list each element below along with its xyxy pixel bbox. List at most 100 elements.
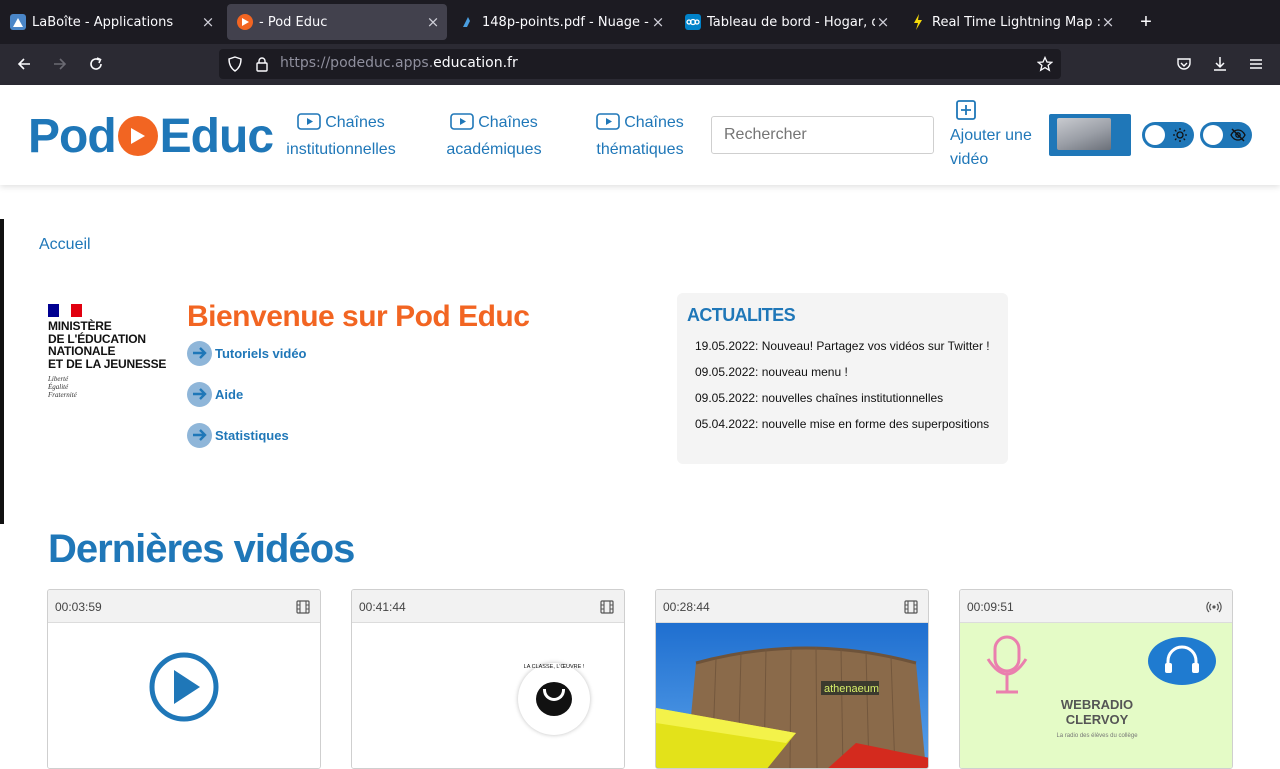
svg-text:CLERVOY: CLERVOY — [1066, 712, 1129, 727]
card-header: 00:28:44 — [656, 590, 928, 623]
news-title: ACTUALITES — [687, 305, 796, 325]
link-tutorials[interactable]: Tutoriels vidéo — [187, 340, 307, 366]
download-icon[interactable] — [1208, 52, 1232, 76]
video-duration: 00:28:44 — [663, 600, 710, 614]
svg-text:WEBRADIO: WEBRADIO — [1061, 697, 1133, 712]
shield-icon[interactable] — [227, 56, 243, 77]
tab-laboite[interactable]: LaBoîte - Applications × — [0, 4, 222, 40]
add-video-link[interactable]: Ajouter une vidéo — [950, 100, 1032, 172]
video-play-icon — [450, 113, 475, 138]
film-icon — [296, 600, 310, 619]
pod-icon — [237, 14, 253, 30]
toggle-knob — [1203, 125, 1223, 145]
arrow-right-circle-icon — [187, 422, 212, 448]
tab-title: LaBoîte - Applications — [32, 14, 174, 30]
video-thumbnail[interactable]: WEBRADIO CLERVOY La radio des élèves du … — [960, 623, 1232, 768]
new-tab-button[interactable]: + — [1136, 10, 1156, 34]
nav-label: Chaînes — [478, 114, 538, 131]
video-card[interactable]: 00:28:44 athenaeum — [655, 589, 929, 769]
search-input[interactable] — [711, 116, 934, 154]
video-thumbnail[interactable] — [48, 623, 320, 768]
broadcast-icon — [1206, 600, 1222, 619]
site-header: Pod Educ Chaînes institutionnelles Chaîn… — [0, 85, 1280, 185]
video-card[interactable]: 00:03:59 — [47, 589, 321, 769]
add-video-label: Ajouter une — [950, 127, 1032, 144]
nav-label: thématiques — [596, 141, 684, 158]
url-text: https://podeduc.apps.education.fr — [280, 55, 518, 71]
tab-nuage[interactable]: 148p-points.pdf - Nuage - A × — [450, 4, 672, 40]
link-help[interactable]: Aide — [187, 381, 243, 407]
menu-icon[interactable] — [1244, 52, 1268, 76]
tab-lightning[interactable]: Real Time Lightning Map : × — [900, 4, 1122, 40]
nav-channels-institutional[interactable]: Chaînes institutionnelles — [282, 111, 400, 162]
laboite-icon — [10, 14, 26, 30]
nav-label: Chaînes — [624, 114, 684, 131]
lock-icon[interactable] — [255, 56, 269, 77]
link-label: Statistiques — [215, 427, 289, 443]
news-item[interactable]: 09.05.2022: nouveau menu ! — [695, 365, 848, 379]
lightning-icon — [910, 14, 926, 30]
close-tab-icon[interactable]: × — [650, 13, 666, 31]
forward-icon[interactable] — [48, 52, 72, 76]
video-play-icon — [297, 113, 322, 138]
back-icon[interactable] — [12, 52, 36, 76]
arrow-right-circle-icon — [187, 381, 212, 407]
tab-tableau-de-bord[interactable]: Tableau de bord - Hogar, d × — [675, 4, 897, 40]
tab-title: Real Time Lightning Map : — [932, 14, 1100, 30]
avatar — [1057, 118, 1111, 150]
nav-channels-academic[interactable]: Chaînes académiques — [440, 111, 548, 162]
bookmark-star-icon[interactable] — [1036, 55, 1054, 77]
nav-label: institutionnelles — [286, 141, 396, 158]
link-label: Aide — [215, 386, 244, 402]
close-tab-icon[interactable]: × — [1100, 13, 1116, 31]
pocket-icon[interactable] — [1172, 52, 1196, 76]
reload-icon[interactable] — [84, 52, 108, 76]
logo-text-left: Pod — [28, 109, 117, 163]
close-tab-icon[interactable]: × — [425, 13, 441, 31]
svg-text:La radio des élèves du collège: La radio des élèves du collège — [1056, 733, 1138, 739]
news-item[interactable]: 09.05.2022: nouvelles chaînes institutio… — [695, 391, 943, 405]
card-header: 00:03:59 — [48, 590, 320, 623]
webradio-thumbnail: WEBRADIO CLERVOY La radio des élèves du … — [986, 635, 1216, 739]
play-circle-icon — [149, 652, 219, 722]
welcome-title: Bienvenue sur Pod Educ — [187, 300, 530, 333]
arrow-right-circle-icon — [187, 340, 212, 366]
nav-channels-thematic[interactable]: Chaînes thématiques — [590, 111, 690, 162]
user-menu-button[interactable] — [1049, 114, 1131, 156]
nuage-icon — [460, 14, 476, 30]
podeduc-logo[interactable]: Pod Educ — [28, 109, 274, 163]
ministry-name: MINISTÈRE DE L'ÉDUCATION NATIONALE ET DE… — [48, 319, 167, 371]
close-tab-icon[interactable]: × — [200, 13, 216, 31]
video-thumbnail[interactable]: LA CLASSE, L'ŒUVRE ! — [352, 623, 624, 768]
play-logo-icon — [117, 116, 158, 156]
film-icon — [904, 600, 918, 619]
dyslexia-toggle[interactable] — [1200, 122, 1252, 148]
classe-oeuvre-logo: LA CLASSE, L'ŒUVRE ! — [518, 663, 590, 735]
browser-nav-bar: https://podeduc.apps.education.fr — [0, 44, 1280, 85]
close-tab-icon[interactable]: × — [875, 13, 891, 31]
news-item[interactable]: 05.04.2022: nouvelle mise en forme des s… — [695, 417, 989, 431]
film-icon — [600, 600, 614, 619]
nav-label: académiques — [446, 141, 542, 158]
add-video-label: vidéo — [950, 151, 989, 168]
news-item[interactable]: 19.05.2022: Nouveau! Partagez vos vidéos… — [695, 339, 990, 353]
tab-pod-educ[interactable]: - Pod Educ × — [227, 4, 447, 40]
toggle-knob — [1145, 125, 1165, 145]
breadcrumb-home[interactable]: Accueil — [39, 236, 91, 254]
tab-title: Tableau de bord - Hogar, d — [707, 14, 875, 30]
video-thumbnail[interactable]: athenaeum — [656, 623, 928, 768]
tab-title: 148p-points.pdf - Nuage - A — [482, 14, 650, 30]
url-bar[interactable]: https://podeduc.apps.education.fr — [219, 49, 1061, 79]
plus-square-icon — [950, 100, 1032, 124]
video-duration: 00:03:59 — [55, 600, 102, 614]
link-statistics[interactable]: Statistiques — [187, 422, 289, 448]
link-label: Tutoriels vidéo — [215, 345, 307, 361]
browser-tab-bar: LaBoîte - Applications × - Pod Educ × 14… — [0, 0, 1280, 44]
sun-icon — [1172, 127, 1188, 148]
headphones-icon — [1148, 637, 1216, 685]
ministry-logo: MINISTÈRE DE L'ÉDUCATION NATIONALE ET DE… — [48, 304, 173, 399]
nav-label: Chaînes — [325, 114, 385, 131]
dark-mode-toggle[interactable] — [1142, 122, 1194, 148]
video-card[interactable]: 00:09:51 WEBRADIO CLERVOY La radio des é… — [959, 589, 1233, 769]
video-card[interactable]: 00:41:44 LA CLASSE, L'ŒUVRE ! — [351, 589, 625, 769]
